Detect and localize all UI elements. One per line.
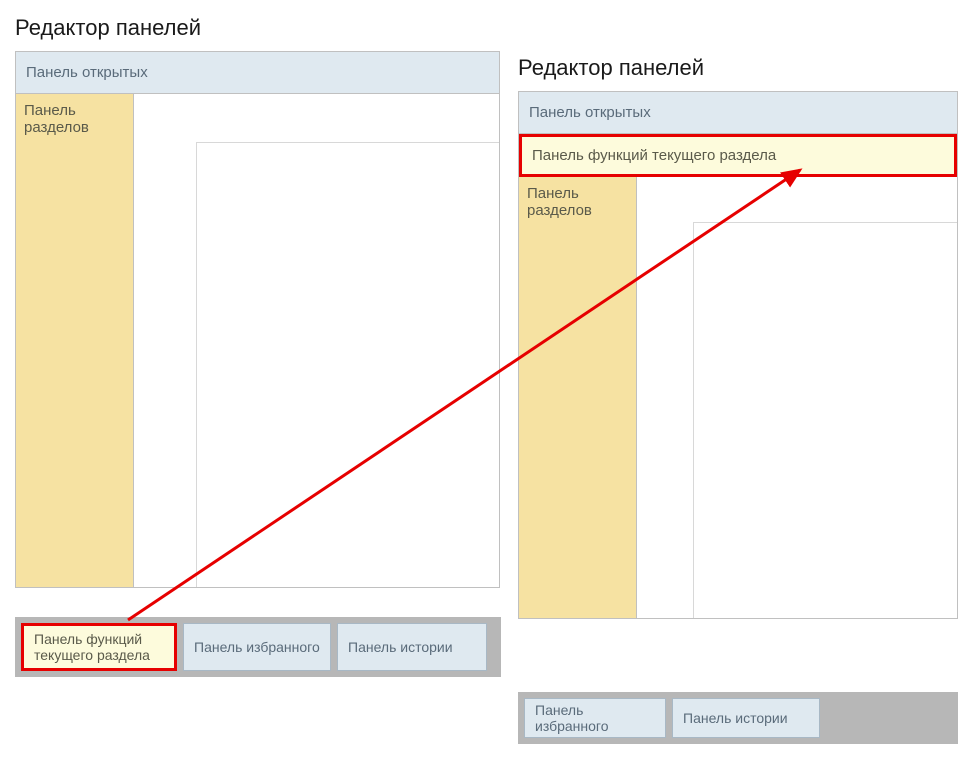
open-panels-bar[interactable]: Панель открытых — [519, 92, 957, 134]
editor-main-area: Панель разделов — [16, 94, 499, 587]
panel-palette-right: Панель избранного Панель истории — [518, 692, 958, 744]
sections-panel[interactable]: Панель разделов — [519, 177, 637, 618]
functions-panel-bar[interactable]: Панель функций текущего раздела — [519, 134, 957, 177]
editor-title: Редактор панелей — [15, 15, 500, 41]
sections-panel[interactable]: Панель разделов — [16, 94, 134, 587]
palette-item-functions[interactable]: Панель функций текущего раздела — [21, 623, 177, 671]
palette-item-history[interactable]: Панель истории — [672, 698, 820, 738]
editor-title: Редактор панелей — [518, 55, 958, 81]
open-panels-bar[interactable]: Панель открытых — [16, 52, 499, 94]
panel-editor-right: Редактор панелей Панель открытых Панель … — [518, 55, 958, 619]
workspace-inner — [693, 222, 957, 618]
editor-body: Панель открытых Панель функций текущего … — [518, 91, 958, 619]
palette-item-history[interactable]: Панель истории — [337, 623, 487, 671]
palette-item-favorites[interactable]: Панель избранного — [524, 698, 666, 738]
editor-body: Панель открытых Панель разделов — [15, 51, 500, 588]
panel-editor-left: Редактор панелей Панель открытых Панель … — [15, 15, 500, 588]
workspace-area[interactable] — [134, 94, 499, 587]
workspace-inner — [196, 142, 499, 587]
workspace-area[interactable] — [637, 177, 957, 618]
editor-main-area: Панель разделов — [519, 177, 957, 618]
palette-item-favorites[interactable]: Панель избранного — [183, 623, 331, 671]
panel-palette-left: Панель функций текущего раздела Панель и… — [15, 617, 501, 677]
